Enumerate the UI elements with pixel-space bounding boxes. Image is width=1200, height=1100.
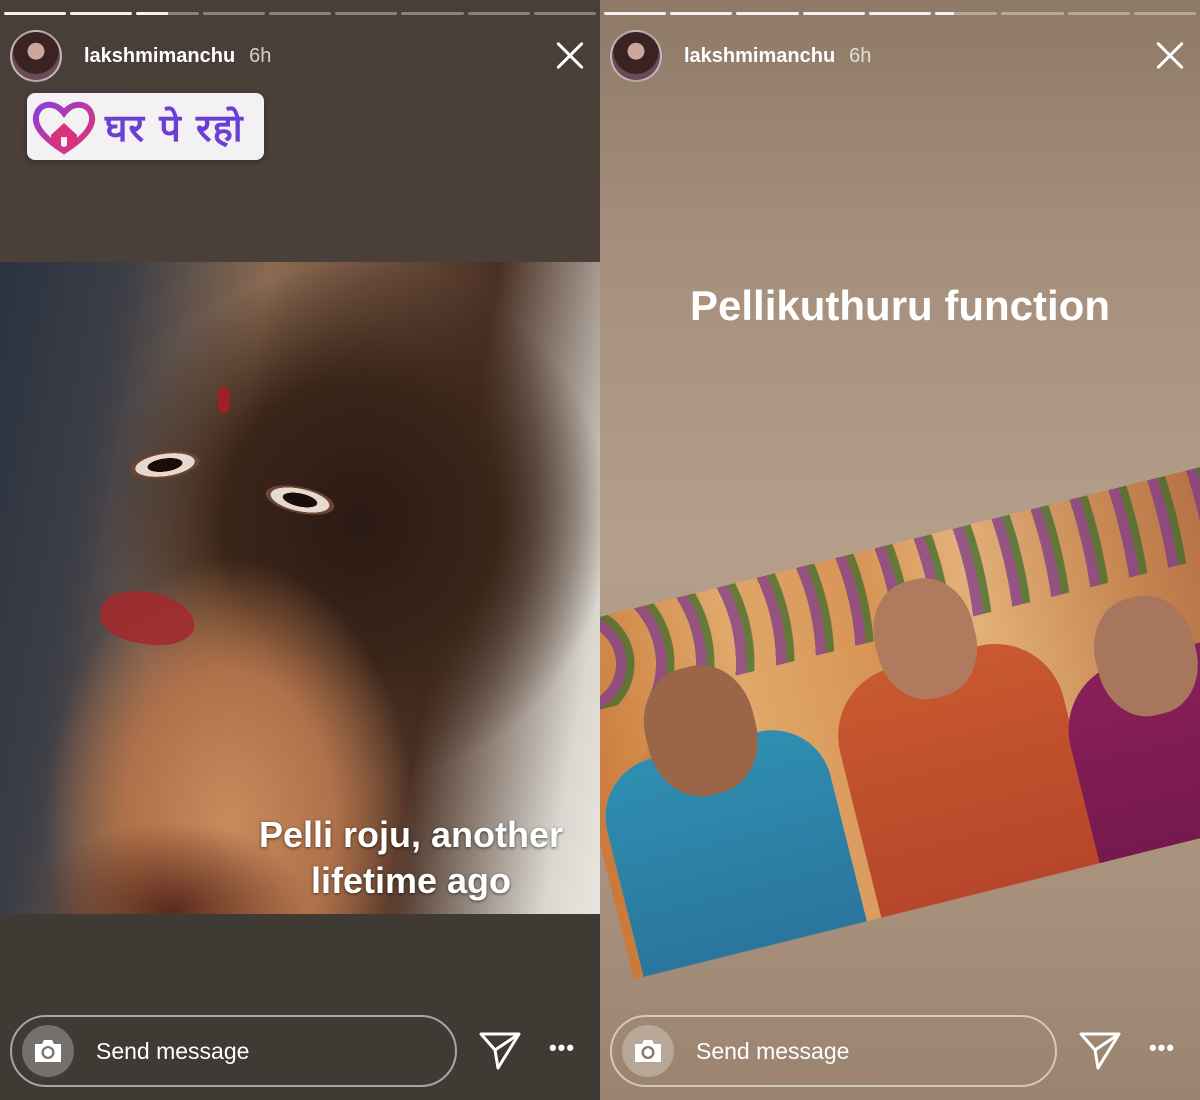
caption-line: lifetime ago	[310, 860, 512, 901]
more-icon[interactable]: •••	[545, 1037, 579, 1059]
story-footer: Send message •••	[0, 1010, 600, 1090]
progress-segment	[202, 12, 265, 15]
story-viewer: lakshmimanchu 6h घर पे रहो Pelli roju, a…	[0, 0, 1200, 1100]
camera-icon	[35, 1040, 61, 1062]
avatar[interactable]	[610, 30, 662, 82]
close-icon[interactable]	[550, 36, 590, 76]
story-header: lakshmimanchu 6h	[610, 30, 1190, 82]
post-time: 6h	[849, 44, 872, 67]
story-footer: Send message •••	[600, 1010, 1200, 1090]
camera-button[interactable]	[622, 1025, 674, 1077]
progress-segment	[1133, 12, 1196, 15]
progress-segment	[401, 12, 464, 15]
paper-plane-icon[interactable]	[478, 1028, 522, 1072]
progress-segment	[268, 12, 332, 15]
username[interactable]: lakshmimanchu	[84, 45, 235, 68]
progress-segment	[1067, 12, 1130, 15]
progress-segment	[4, 12, 67, 15]
progress-segment	[935, 12, 998, 15]
progress-segment	[70, 12, 133, 15]
progress-segment	[868, 12, 932, 15]
progress-segment	[335, 12, 398, 15]
story-caption: Pelli roju, another lifetime ago	[246, 812, 576, 904]
story-right[interactable]: lakshmimanchu 6h Pellikuthuru function S…	[600, 0, 1200, 1100]
photo-detail-eye	[263, 480, 337, 520]
close-icon[interactable]	[1150, 36, 1190, 76]
progress-segment	[533, 12, 596, 15]
story-progress-bar	[4, 12, 596, 15]
camera-button[interactable]	[22, 1025, 74, 1077]
heart-house-icon	[32, 101, 96, 155]
story-title: Pellikuthuru function	[690, 282, 1110, 329]
stay-home-sticker[interactable]: घर पे रहो	[27, 93, 264, 160]
progress-segment	[1001, 12, 1064, 15]
story-photo	[600, 460, 1200, 980]
send-message-input[interactable]: Send message	[610, 1015, 1057, 1087]
username[interactable]: lakshmimanchu	[684, 45, 835, 68]
photo-detail-person	[823, 629, 1120, 976]
progress-segment	[736, 12, 799, 15]
progress-segment	[604, 12, 667, 15]
photo-detail-bindi	[218, 387, 230, 413]
progress-segment	[670, 12, 733, 15]
more-icon[interactable]: •••	[1145, 1037, 1179, 1059]
post-time: 6h	[249, 44, 272, 67]
sticker-text: घर पे रहो	[105, 105, 244, 150]
story-left[interactable]: lakshmimanchu 6h घर पे रहो Pelli roju, a…	[0, 0, 600, 1100]
message-placeholder: Send message	[96, 1037, 250, 1064]
paper-plane-icon[interactable]	[1078, 1028, 1122, 1072]
send-message-input[interactable]: Send message	[10, 1015, 457, 1087]
photo-detail-lips	[96, 584, 199, 652]
photo-detail-eye	[128, 447, 202, 483]
progress-segment	[467, 12, 530, 15]
progress-segment	[136, 12, 199, 15]
message-placeholder: Send message	[696, 1037, 850, 1064]
story-header: lakshmimanchu 6h	[10, 30, 590, 82]
camera-icon	[635, 1040, 661, 1062]
story-progress-bar	[604, 12, 1196, 15]
avatar[interactable]	[10, 30, 62, 82]
caption-line: Pelli roju, another	[258, 814, 564, 855]
progress-segment	[802, 12, 865, 15]
